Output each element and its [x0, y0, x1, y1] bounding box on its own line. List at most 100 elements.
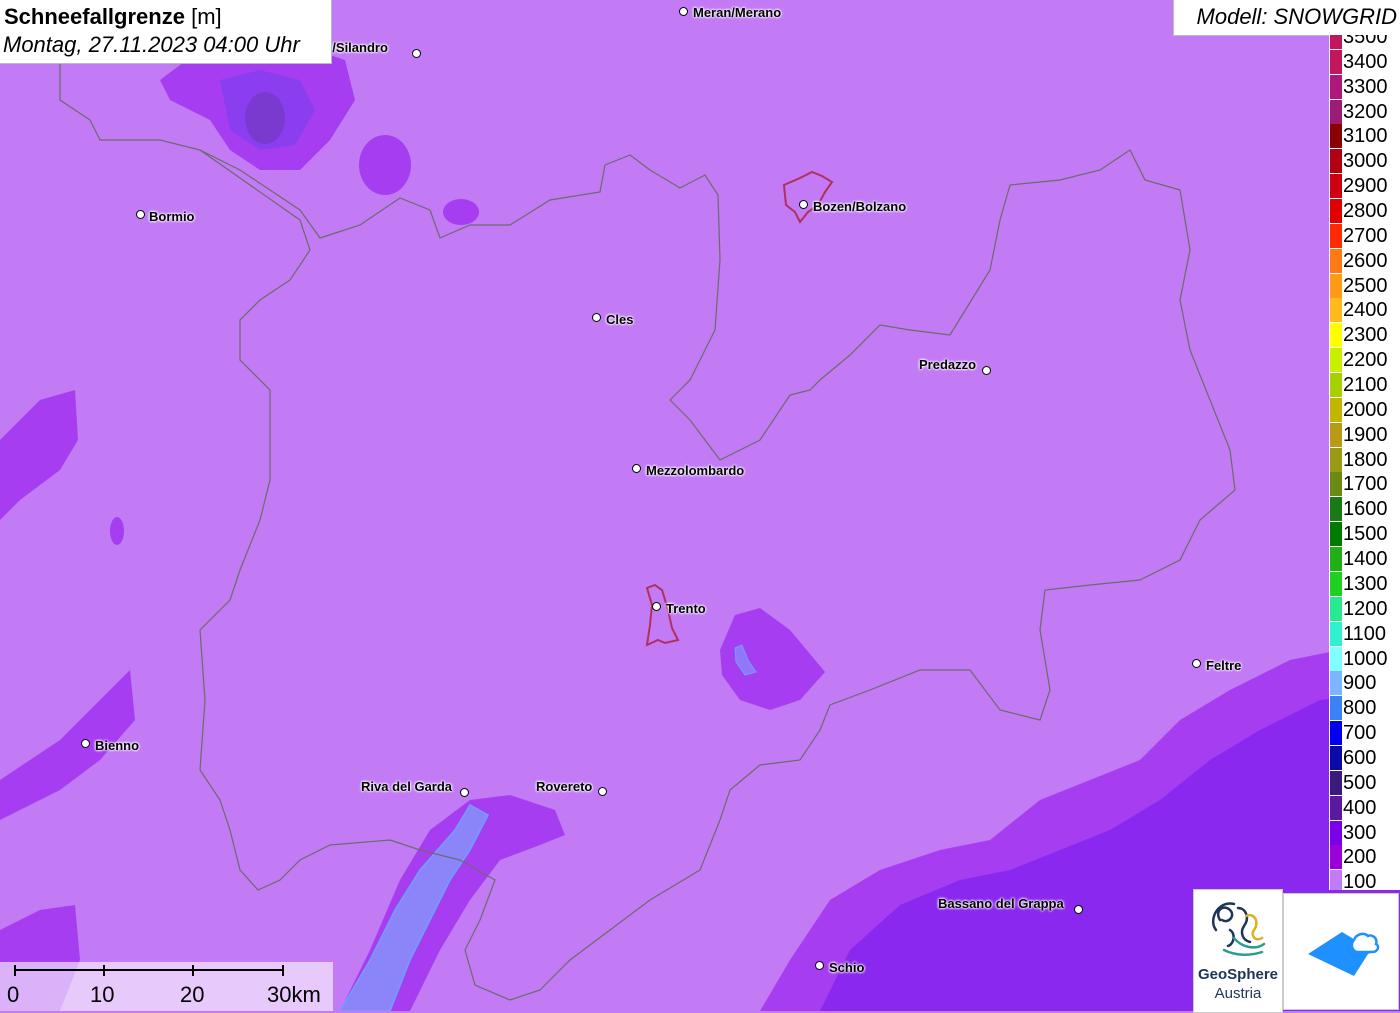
legend-swatch: [1330, 820, 1342, 845]
map-canvas[interactable]: [0, 0, 1400, 1011]
legend-label: 1300: [1343, 572, 1388, 595]
legend-swatch: [1330, 770, 1342, 795]
city-marker-icon[interactable]: [81, 739, 90, 748]
map-datetime: Montag, 27.11.2023 04:00 Uhr: [3, 32, 300, 57]
legend-item: 3000: [1329, 149, 1400, 174]
city-label[interactable]: Mezzolombardo: [646, 463, 744, 478]
snowgrid-logo[interactable]: [1283, 893, 1399, 1010]
legend-item: 800: [1329, 696, 1400, 721]
legend-swatch: [1330, 596, 1342, 621]
legend-label: 3400: [1343, 50, 1388, 73]
model-label: Modell: SNOWGRID: [1196, 4, 1397, 29]
city-label[interactable]: Bozen/Bolzano: [813, 199, 906, 214]
scale-label-0: 0: [7, 982, 20, 1007]
city-label[interactable]: Bormio: [149, 209, 195, 224]
city-label[interactable]: Rovereto: [536, 779, 592, 794]
legend-label: 2300: [1343, 324, 1388, 347]
city-marker-icon[interactable]: [679, 7, 688, 16]
legend-swatch: [1330, 547, 1342, 572]
legend-swatch: [1330, 99, 1342, 124]
legend-item: 600: [1329, 745, 1400, 770]
city-label[interactable]: Trento: [666, 601, 706, 616]
city-label[interactable]: Bienno: [95, 738, 139, 753]
scale-bar: 0 10 20 30km: [0, 962, 333, 1011]
legend-item: 1100: [1329, 621, 1400, 646]
legend-item: 1200: [1329, 596, 1400, 621]
title-panel: Schneefallgrenze [m] Montag, 27.11.2023 …: [0, 0, 332, 64]
city-label[interactable]: Predazzo: [919, 357, 976, 372]
legend-swatch: [1330, 199, 1342, 224]
scale-label-20: 20: [180, 982, 205, 1007]
city-marker-icon[interactable]: [598, 787, 607, 796]
geosphere-emblem-icon: [1211, 902, 1266, 956]
city-marker-icon[interactable]: [592, 313, 601, 322]
legend-label: 800: [1343, 697, 1377, 720]
legend-label: 3500: [1343, 35, 1388, 48]
legend-swatch: [1330, 845, 1342, 870]
city-label[interactable]: Bassano del Grappa: [938, 896, 1064, 911]
geosphere-logo[interactable]: GeoSphere Austria: [1193, 889, 1283, 1013]
legend-swatch: [1330, 397, 1342, 422]
legend-label: 1000: [1343, 647, 1388, 670]
legend-label: 2200: [1343, 349, 1388, 372]
legend-label: 900: [1343, 672, 1377, 695]
legend-item: 2200: [1329, 348, 1400, 373]
city-marker-icon[interactable]: [1074, 905, 1083, 914]
city-label[interactable]: Feltre: [1206, 658, 1241, 673]
geosphere-logo-country: Austria: [1214, 985, 1262, 1002]
legend-item: 2000: [1329, 397, 1400, 422]
legend-swatch: [1330, 472, 1342, 497]
legend-item: 2300: [1329, 323, 1400, 348]
city-marker-icon[interactable]: [982, 366, 991, 375]
legend-label: 2800: [1343, 200, 1388, 223]
city-marker-icon[interactable]: [460, 788, 469, 797]
city-label[interactable]: Cles: [606, 312, 633, 327]
legend-label: 1700: [1343, 473, 1388, 496]
legend-label: 600: [1343, 746, 1377, 769]
city-marker-icon[interactable]: [136, 210, 145, 219]
legend-label: 2400: [1343, 299, 1388, 322]
legend-item: 1600: [1329, 497, 1400, 522]
legend-item: 400: [1329, 795, 1400, 820]
legend-label: 100: [1343, 871, 1377, 890]
legend-swatch: [1330, 721, 1342, 746]
city-marker-icon[interactable]: [1192, 659, 1201, 668]
legend-swatch: [1330, 223, 1342, 248]
legend-swatch: [1330, 795, 1342, 820]
city-marker-icon[interactable]: [412, 49, 421, 58]
legend-label: 3300: [1343, 75, 1388, 98]
legend-swatch: [1330, 571, 1342, 596]
city-marker-icon[interactable]: [632, 464, 641, 473]
legend-swatch: [1330, 248, 1342, 273]
legend-label: 3100: [1343, 125, 1388, 148]
legend-swatch: [1330, 149, 1342, 174]
city-marker-icon[interactable]: [799, 200, 808, 209]
city-label[interactable]: Meran/Merano: [693, 5, 781, 20]
legend-item: 1000: [1329, 646, 1400, 671]
legend-item: 1400: [1329, 547, 1400, 572]
legend-item: 3200: [1329, 99, 1400, 124]
legend-swatch: [1330, 671, 1342, 696]
legend-swatch: [1330, 323, 1342, 348]
city-marker-icon[interactable]: [815, 961, 824, 970]
legend-item: 300: [1329, 820, 1400, 845]
legend-swatch: [1330, 49, 1342, 74]
city-label[interactable]: Riva del Garda: [361, 779, 452, 794]
legend-item: 200: [1329, 845, 1400, 870]
legend-label: 2000: [1343, 398, 1388, 421]
legend-item: 1500: [1329, 522, 1400, 547]
legend-item: 1800: [1329, 447, 1400, 472]
title-main: Schneefallgrenze: [4, 4, 185, 29]
legend-label: 400: [1343, 796, 1377, 819]
legend-swatch: [1330, 621, 1342, 646]
legend-label: 2100: [1343, 374, 1388, 397]
legend-swatch: [1330, 373, 1342, 398]
legend-label: 200: [1343, 846, 1377, 869]
city-marker-icon[interactable]: [652, 602, 661, 611]
legend-swatch: [1330, 74, 1342, 99]
legend-item: 500: [1329, 770, 1400, 795]
snowline-zone-small-2: [443, 199, 479, 225]
scale-label-10: 10: [90, 982, 115, 1007]
legend-label: 1200: [1343, 597, 1388, 620]
city-label[interactable]: Schio: [829, 960, 864, 975]
